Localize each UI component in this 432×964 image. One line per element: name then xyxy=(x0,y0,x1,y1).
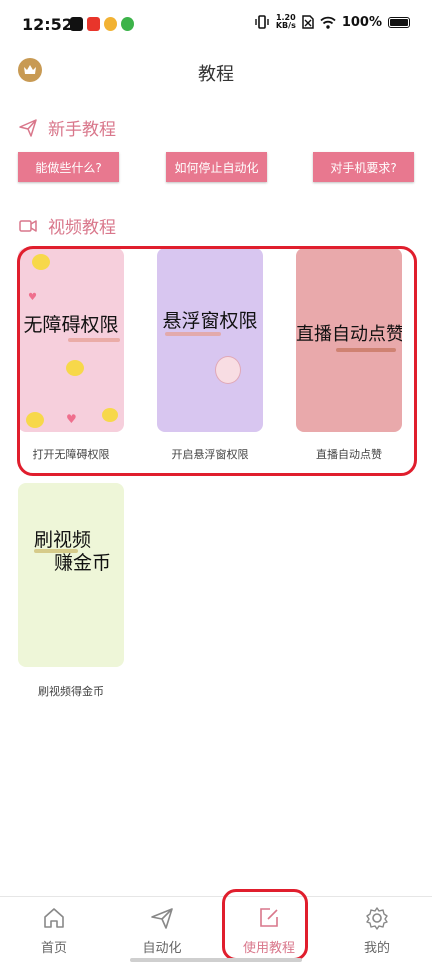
newbie-section-title: 新手教程 xyxy=(18,115,116,140)
weibo-icon xyxy=(104,17,117,31)
newbie-title-text: 新手教程 xyxy=(48,120,116,140)
battery-icon xyxy=(388,16,410,28)
vibrate-icon xyxy=(255,15,269,29)
net-speed: 1.20 KB/s xyxy=(275,13,296,30)
status-time: 12:52 xyxy=(22,15,73,34)
status-bar: 12:52 1.20 KB/s 100% xyxy=(0,0,432,52)
home-icon xyxy=(44,908,64,928)
notification-icons xyxy=(70,17,134,31)
home-indicator[interactable] xyxy=(130,958,302,962)
wechat-icon xyxy=(121,17,134,31)
bottom-nav: 首页 自动化 使用教程 我的 xyxy=(0,896,432,964)
video-icon xyxy=(19,219,37,232)
nav-label: 首页 xyxy=(40,941,67,956)
nav-label: 我的 xyxy=(363,941,390,956)
video-section-title: 视频教程 xyxy=(18,213,116,238)
btn-how-to-stop[interactable]: 如何停止自动化 xyxy=(166,152,267,182)
nav-item-automation[interactable]: 自动化 xyxy=(122,905,202,956)
tiktok-icon xyxy=(70,17,83,31)
video-title-text: 视频教程 xyxy=(48,218,116,238)
status-right: 1.20 KB/s 100% xyxy=(254,14,410,30)
paper-plane-icon xyxy=(151,908,173,929)
nav-label: 自动化 xyxy=(142,941,182,956)
battery-percent: 100% xyxy=(341,14,382,30)
nav-item-mine[interactable]: 我的 xyxy=(337,905,417,956)
gear-icon xyxy=(366,907,388,930)
card-caption: 刷视频得金币 xyxy=(38,685,104,698)
app-red-icon xyxy=(87,17,100,31)
btn-what-can-do[interactable]: 能做些什么? xyxy=(18,152,119,182)
paper-plane-icon xyxy=(19,118,37,137)
tab-highlight-box xyxy=(222,889,308,961)
wifi-icon xyxy=(320,16,336,29)
nav-item-home[interactable]: 首页 xyxy=(14,905,94,956)
btn-phone-requirements[interactable]: 对手机要求? xyxy=(313,152,414,182)
video-card-watch-earn[interactable]: 刷视频 赚金币 xyxy=(18,483,124,667)
no-sim-icon xyxy=(302,15,314,29)
highlight-box xyxy=(17,246,417,476)
header: 教程 xyxy=(0,52,432,92)
page-title: 教程 xyxy=(198,64,234,85)
card-title-line2: 赚金币 xyxy=(54,552,112,574)
